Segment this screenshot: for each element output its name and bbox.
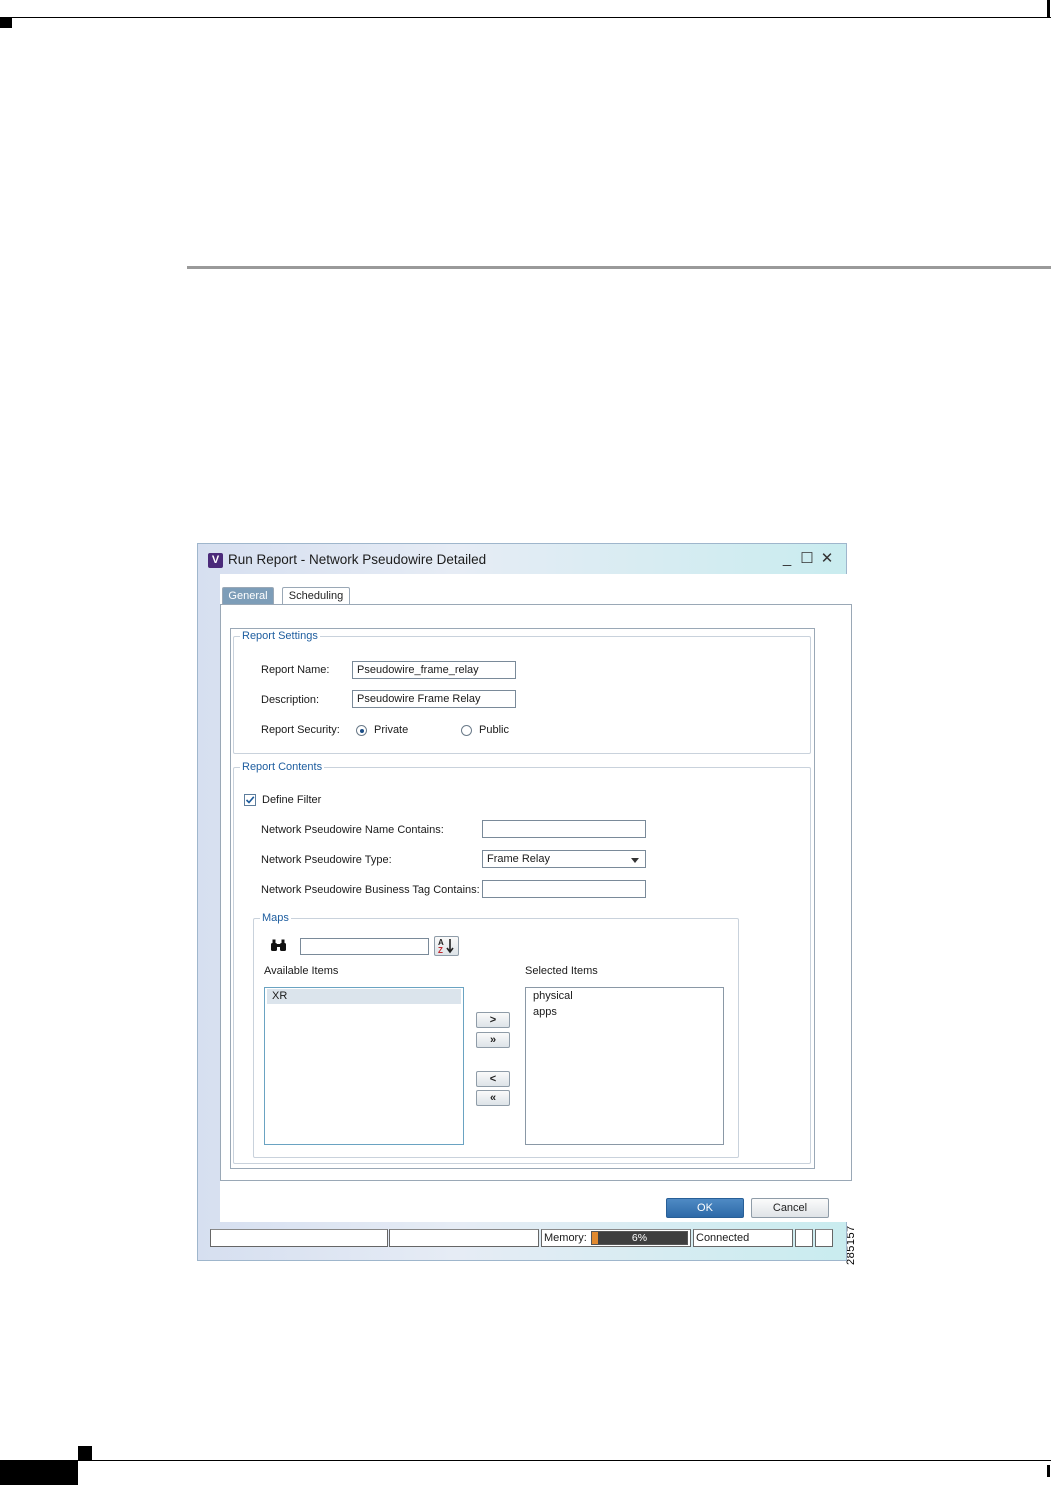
svg-text:Z: Z bbox=[438, 946, 443, 955]
define-filter-label: Define Filter bbox=[262, 794, 322, 806]
app-icon: V bbox=[208, 553, 223, 568]
connection-status: Connected bbox=[693, 1229, 793, 1247]
status-segment-1 bbox=[210, 1229, 388, 1247]
status-segment-2 bbox=[389, 1229, 539, 1247]
remove-button[interactable]: < bbox=[476, 1071, 510, 1087]
window-title: Run Report - Network Pseudowire Detailed bbox=[228, 552, 487, 567]
header-tick bbox=[1047, 0, 1050, 18]
list-item[interactable]: apps bbox=[528, 1005, 721, 1020]
private-radio-dot bbox=[359, 728, 364, 733]
public-radio-label: Public bbox=[479, 724, 509, 736]
selected-items-list[interactable]: physical apps bbox=[525, 987, 724, 1145]
chevron-down-icon bbox=[631, 858, 639, 863]
section-divider bbox=[187, 266, 1051, 269]
description-field[interactable]: Pseudowire Frame Relay bbox=[352, 690, 516, 708]
list-item[interactable]: physical bbox=[528, 989, 721, 1004]
pseudowire-type-select[interactable]: Frame Relay bbox=[482, 850, 646, 868]
minimize-icon[interactable]: _ bbox=[778, 550, 796, 568]
close-icon[interactable]: ✕ bbox=[818, 550, 836, 568]
maps-search-input[interactable] bbox=[300, 938, 429, 955]
report-security-label: Report Security: bbox=[261, 724, 340, 736]
add-button[interactable]: > bbox=[476, 1012, 510, 1028]
sort-az-icon: A Z bbox=[438, 938, 454, 955]
define-filter-checkbox[interactable] bbox=[244, 794, 256, 806]
memory-label: Memory: bbox=[544, 1232, 587, 1244]
name-contains-field[interactable] bbox=[482, 820, 646, 838]
report-contents-legend: Report Contents bbox=[242, 761, 323, 773]
business-tag-label: Network Pseudowire Business Tag Contains… bbox=[261, 884, 480, 896]
header-rule bbox=[0, 17, 1051, 18]
ok-button[interactable]: OK bbox=[666, 1198, 744, 1218]
available-items-list[interactable]: XR bbox=[264, 987, 464, 1145]
selected-items-label: Selected Items bbox=[525, 965, 598, 977]
footer-tick bbox=[1047, 1465, 1050, 1477]
business-tag-field[interactable] bbox=[482, 880, 646, 898]
name-contains-label: Network Pseudowire Name Contains: bbox=[261, 824, 444, 836]
footer-block bbox=[0, 1460, 78, 1485]
public-radio[interactable] bbox=[461, 725, 472, 736]
tab-general[interactable]: General bbox=[222, 587, 274, 604]
pseudowire-type-label: Network Pseudowire Type: bbox=[261, 854, 392, 866]
private-radio-label: Private bbox=[374, 724, 409, 736]
available-items-label: Available Items bbox=[264, 965, 339, 977]
cancel-button[interactable]: Cancel bbox=[751, 1198, 829, 1218]
list-item[interactable]: XR bbox=[267, 989, 461, 1004]
remove-all-button[interactable]: « bbox=[476, 1090, 510, 1106]
memory-percent: 6% bbox=[631, 1232, 648, 1244]
header-marker bbox=[0, 18, 12, 28]
status-segment-6 bbox=[815, 1229, 833, 1247]
tab-scheduling[interactable]: Scheduling bbox=[282, 587, 350, 604]
title-bar[interactable]: V Run Report - Network Pseudowire Detail… bbox=[198, 544, 846, 574]
check-icon bbox=[245, 796, 255, 804]
pseudowire-type-value: Frame Relay bbox=[487, 853, 550, 865]
footer-marker bbox=[78, 1446, 92, 1460]
run-report-window: V Run Report - Network Pseudowire Detail… bbox=[197, 543, 852, 1261]
memory-bar: 6% bbox=[591, 1231, 688, 1245]
maps-legend: Maps bbox=[262, 912, 289, 924]
add-all-button[interactable]: » bbox=[476, 1032, 510, 1048]
report-name-field[interactable]: Pseudowire_frame_relay bbox=[352, 661, 516, 679]
report-name-label: Report Name: bbox=[261, 664, 330, 676]
binoculars-icon bbox=[271, 939, 286, 951]
footer-rule bbox=[0, 1460, 1051, 1461]
sort-az-button[interactable]: A Z bbox=[434, 936, 459, 956]
status-segment-5 bbox=[795, 1229, 813, 1247]
maximize-icon[interactable]: ☐ bbox=[798, 550, 816, 568]
description-label: Description: bbox=[261, 694, 320, 706]
report-settings-legend: Report Settings bbox=[242, 630, 318, 642]
private-radio[interactable] bbox=[356, 725, 367, 736]
